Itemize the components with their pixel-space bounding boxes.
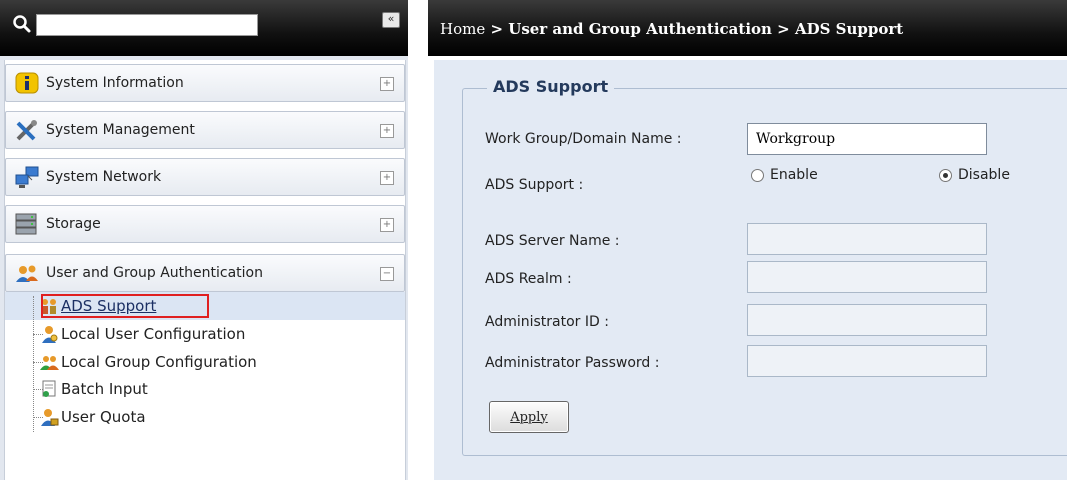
- apply-button-label: Apply: [510, 409, 548, 425]
- sidebar-item-storage[interactable]: Storage +: [5, 205, 405, 243]
- administrator-password-label: Administrator Password :: [485, 355, 660, 371]
- sidebar: System Information + System Management +…: [0, 56, 408, 480]
- sidebar-subitem-local-user-configuration[interactable]: Local User Configuration: [19, 322, 399, 346]
- sidebar-item-system-network[interactable]: System Network +: [5, 158, 405, 196]
- sidebar-item-label: System Management: [46, 122, 195, 138]
- submenu: ADS Support Local User Configuration Loc…: [5, 292, 405, 480]
- sidebar-header: «: [0, 0, 408, 57]
- sidebar-subitem-batch-input[interactable]: Batch Input: [19, 377, 399, 401]
- sidebar-item-user-and-group-authentication[interactable]: User and Group Authentication −: [5, 254, 405, 292]
- collapse-sidebar-button[interactable]: «: [382, 12, 400, 28]
- fieldset-title: ADS Support: [487, 77, 615, 96]
- info-icon: [15, 72, 39, 94]
- sidebar-subitem-local-group-configuration[interactable]: Local Group Configuration: [19, 350, 399, 374]
- ads-realm-label: ADS Realm :: [485, 271, 572, 287]
- network-icon: [15, 166, 39, 188]
- local-group-icon: [40, 356, 59, 370]
- panel-divider: [408, 0, 428, 480]
- sidebar-item-system-management[interactable]: System Management +: [5, 111, 405, 149]
- sidebar-item-label: System Network: [46, 169, 162, 185]
- ads-server-name-label: ADS Server Name :: [485, 233, 620, 249]
- search-icon[interactable]: [12, 14, 32, 34]
- sidebar-subitem-label: Batch Input: [61, 380, 148, 398]
- sidebar-subitem-label: User Quota: [61, 408, 146, 426]
- breadcrumb-path: > User and Group Authentication > ADS Su…: [485, 20, 904, 38]
- users-icon: [16, 265, 38, 282]
- enable-radio-label: Enable: [770, 167, 818, 183]
- breadcrumb: Home > User and Group Authentication > A…: [440, 20, 903, 38]
- apply-button[interactable]: Apply: [489, 401, 569, 433]
- ads-realm-input[interactable]: [747, 261, 987, 293]
- workgroup-label: Work Group/Domain Name :: [485, 131, 682, 147]
- sidebar-subitem-user-quota[interactable]: User Quota: [19, 405, 399, 429]
- expand-icon[interactable]: +: [380, 124, 394, 138]
- selection-highlight-box: [41, 294, 209, 318]
- batch-input-icon: [42, 380, 56, 397]
- tools-icon: [16, 120, 37, 141]
- workgroup-domain-name-input[interactable]: [747, 123, 987, 155]
- user-quota-icon: [41, 409, 59, 426]
- administrator-password-input[interactable]: [747, 345, 987, 377]
- sidebar-subitem-label: Local Group Configuration: [61, 353, 257, 371]
- ads-support-fieldset: ADS Support Work Group/Domain Name : ADS…: [462, 77, 1067, 456]
- administrator-id-label: Administrator ID :: [485, 314, 609, 330]
- disable-radio-label: Disable: [958, 167, 1010, 183]
- collapse-icon[interactable]: −: [380, 267, 394, 281]
- expand-icon[interactable]: +: [380, 218, 394, 232]
- sidebar-subitem-label: Local User Configuration: [61, 325, 246, 343]
- sidebar-item-system-information[interactable]: System Information +: [5, 64, 405, 102]
- disable-radio[interactable]: [939, 168, 952, 182]
- sidebar-item-label: Storage: [46, 216, 101, 232]
- expand-icon[interactable]: +: [380, 171, 394, 185]
- expand-icon[interactable]: +: [380, 77, 394, 91]
- search-input[interactable]: [36, 14, 258, 36]
- administrator-id-input[interactable]: [747, 304, 987, 336]
- enable-radio[interactable]: [751, 168, 764, 182]
- enable-radio-option[interactable]: Enable: [751, 167, 818, 183]
- disable-radio-option[interactable]: Disable: [939, 167, 1010, 183]
- local-user-icon: [42, 326, 58, 343]
- content-header: Home > User and Group Authentication > A…: [428, 0, 1067, 56]
- storage-icon: [15, 213, 37, 235]
- ads-support-label: ADS Support :: [485, 177, 584, 193]
- sidebar-menu: System Information + System Management +…: [4, 60, 406, 480]
- content-panel: ADS Support Work Group/Domain Name : ADS…: [428, 56, 1067, 480]
- breadcrumb-home-link[interactable]: Home: [440, 20, 485, 38]
- sidebar-item-label: User and Group Authentication: [46, 265, 263, 281]
- ads-server-name-input[interactable]: [747, 223, 987, 255]
- content-area: ADS Support Work Group/Domain Name : ADS…: [434, 60, 1067, 480]
- sidebar-item-label: System Information: [46, 75, 184, 91]
